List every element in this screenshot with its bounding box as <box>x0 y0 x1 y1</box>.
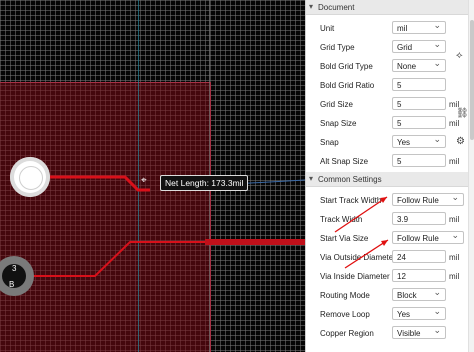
unit-label: mil <box>449 253 460 262</box>
snap-size-input[interactable]: 5 <box>392 116 446 129</box>
unit-label: mil <box>449 272 460 281</box>
grid-adjust-icon[interactable]: ⟡ <box>456 50 463 61</box>
chevron-down-icon[interactable]: ▾ <box>309 174 313 183</box>
field-label: Routing Mode <box>320 291 370 300</box>
start-track-width-select[interactable]: Follow Rule <box>392 191 464 206</box>
routing-mode-select[interactable]: Block <box>392 286 446 301</box>
track-top <box>50 175 150 192</box>
grid-size-input[interactable]: 5 <box>392 97 446 110</box>
unit-label: mil <box>449 100 460 109</box>
route-cursor-icon: ⌖ <box>141 175 147 186</box>
field-label: Start Via Size <box>320 234 369 243</box>
bold-grid-ratio-input[interactable]: 5 <box>392 78 446 91</box>
pad-1[interactable] <box>10 157 50 197</box>
gear-icon[interactable]: ⚙ <box>456 136 465 147</box>
field-label: Bold Grid Type <box>320 62 373 71</box>
link-icon[interactable]: ⛓ <box>456 108 469 119</box>
track-bottom <box>32 241 305 277</box>
net-length-tooltip: Net Length: 173.3mil <box>160 175 249 191</box>
copper-region-select[interactable]: Visible <box>392 324 446 339</box>
field-label: Snap Size <box>320 119 357 128</box>
unit-label: mil <box>449 119 460 128</box>
snap-select[interactable]: Yes <box>392 133 446 148</box>
section-common-settings[interactable]: ▾ Common Settings <box>306 172 469 187</box>
chevron-down-icon[interactable]: ▾ <box>309 2 313 11</box>
remove-loop-select[interactable]: Yes <box>392 305 446 320</box>
properties-panel: ▾ Document ⟡ ⛓ ▾ Common Settings Unit mil… <box>305 0 474 352</box>
field-label: Track Width <box>320 215 363 224</box>
field-label: Grid Type <box>320 43 355 52</box>
pad-label: B <box>9 280 15 289</box>
start-via-size-select[interactable]: Follow Rule <box>392 229 464 244</box>
unit-label: mil <box>449 215 460 224</box>
pad-top-label: 3 <box>12 264 17 273</box>
grid-type-select[interactable]: Grid <box>392 38 446 53</box>
field-label: Bold Grid Ratio <box>320 81 375 90</box>
panel-scrollbar[interactable] <box>468 0 474 352</box>
field-label: Alt Snap Size <box>320 157 369 166</box>
field-label: Copper Region <box>320 329 374 338</box>
section-title: Document <box>318 3 355 12</box>
field-label: Grid Size <box>320 100 353 109</box>
field-label: Remove Loop <box>320 310 370 319</box>
field-label: Unit <box>320 24 335 33</box>
via-inside-diameter-input[interactable]: 12 <box>392 269 446 282</box>
pcb-canvas[interactable]: 3 B ⌖ Net Length: 173.3mil <box>0 0 305 352</box>
track-width-input[interactable]: 3.9 <box>392 212 446 225</box>
field-label: Snap <box>320 138 339 147</box>
unit-select[interactable]: mil <box>392 19 446 34</box>
field-label: Start Track Width <box>320 196 382 205</box>
via-outside-diameter-input[interactable]: 24 <box>392 250 446 263</box>
unit-label: mil <box>449 157 460 166</box>
section-document[interactable]: ▾ Document <box>306 0 469 15</box>
pad-hole <box>19 166 43 190</box>
field-label: Via Inside Diameter <box>320 272 390 281</box>
section-title: Common Settings <box>318 175 382 184</box>
field-label: Via Outside Diameter <box>320 253 396 262</box>
scroll-thumb[interactable] <box>470 20 474 140</box>
alt-snap-size-input[interactable]: 5 <box>392 154 446 167</box>
bold-grid-type-select[interactable]: None <box>392 57 446 72</box>
